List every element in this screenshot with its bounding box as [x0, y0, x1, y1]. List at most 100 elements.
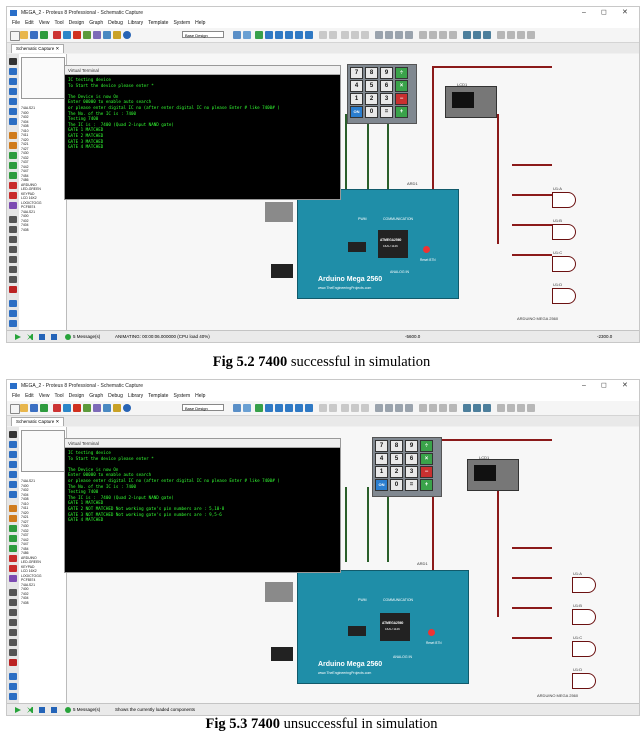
virtual-terminal-window[interactable]: Virtual Terminal IC testing device To Sta… — [64, 65, 341, 200]
menu-graph[interactable]: Graph — [89, 19, 103, 28]
arc-icon[interactable] — [9, 619, 17, 626]
rotate-cw-icon[interactable] — [9, 300, 17, 307]
text-icon[interactable] — [9, 639, 17, 646]
zoom-area-icon[interactable] — [305, 404, 313, 412]
keypad-key[interactable]: = — [380, 106, 393, 118]
notes-icon[interactable] — [113, 404, 121, 412]
menu-tool[interactable]: Tool — [54, 392, 63, 401]
line-icon[interactable] — [9, 589, 17, 596]
menu-design[interactable]: Design — [69, 392, 85, 401]
menu-graph[interactable]: Graph — [89, 392, 103, 401]
undo-icon[interactable] — [319, 31, 327, 39]
device-item[interactable]: 7408 — [21, 228, 63, 233]
block-copy-icon[interactable] — [375, 404, 383, 412]
keypad-key[interactable]: 4 — [350, 80, 363, 92]
cut-icon[interactable] — [341, 404, 349, 412]
keypad-key[interactable]: 1 — [350, 93, 363, 105]
new-sheet-icon[interactable] — [497, 404, 505, 412]
menu-template[interactable]: Template — [148, 392, 168, 401]
cut-icon[interactable] — [341, 31, 349, 39]
mirror-icon[interactable] — [9, 320, 17, 327]
keypad-key[interactable]: 0 — [365, 106, 378, 118]
decompose-icon[interactable] — [449, 404, 457, 412]
zoom-out-icon[interactable] — [285, 404, 293, 412]
gerber-icon[interactable] — [83, 404, 91, 412]
pan-icon[interactable] — [265, 404, 273, 412]
tab-schematic-capture[interactable]: Schematic Capture ✕ — [11, 417, 65, 426]
rotate-ccw-icon[interactable] — [9, 310, 17, 317]
redo-icon[interactable] — [329, 31, 337, 39]
menu-view[interactable]: View — [39, 19, 50, 28]
close-button[interactable]: ✕ — [622, 7, 628, 19]
save-icon[interactable] — [30, 404, 38, 412]
3d-icon[interactable] — [93, 31, 101, 39]
terminals-icon[interactable] — [9, 132, 17, 139]
3d-icon[interactable] — [93, 404, 101, 412]
property-tool-icon[interactable] — [483, 31, 491, 39]
buses-icon[interactable] — [9, 108, 17, 115]
new-file-icon[interactable] — [10, 31, 20, 41]
menu-file[interactable]: File — [12, 392, 20, 401]
selection-mode-icon[interactable] — [9, 58, 17, 65]
keypad-key[interactable]: − — [420, 466, 433, 478]
menu-edit[interactable]: Edit — [25, 19, 34, 28]
keypad-key[interactable]: ON — [375, 479, 388, 491]
keypad-key[interactable]: 1 — [375, 466, 388, 478]
device-item[interactable]: 7408 — [21, 601, 63, 606]
design-select[interactable]: Base Design — [182, 404, 224, 411]
pan-icon[interactable] — [265, 31, 273, 39]
new-sheet-icon[interactable] — [497, 31, 505, 39]
tape-recorder-icon[interactable] — [9, 162, 17, 169]
notes-icon[interactable] — [113, 31, 121, 39]
package-tool-icon[interactable] — [439, 31, 447, 39]
rotate-ccw-icon[interactable] — [9, 683, 17, 690]
keypad-key[interactable]: 8 — [365, 67, 378, 79]
virtual-instruments-icon[interactable] — [9, 575, 17, 582]
origin-icon[interactable] — [255, 404, 263, 412]
line-icon[interactable] — [9, 216, 17, 223]
keypad-key[interactable]: 7 — [350, 67, 363, 79]
text-icon[interactable] — [9, 266, 17, 273]
minimize-button[interactable]: – — [582, 7, 586, 19]
menu-library[interactable]: Library — [128, 19, 143, 28]
menu-help[interactable]: Help — [195, 19, 205, 28]
block-rotate-icon[interactable] — [395, 404, 403, 412]
current-probe-icon[interactable] — [9, 192, 17, 199]
keypad-key[interactable]: × — [395, 80, 408, 92]
exit-parent-icon[interactable] — [517, 31, 525, 39]
bom-icon[interactable] — [103, 31, 111, 39]
refresh-icon[interactable] — [233, 31, 241, 39]
mirror-icon[interactable] — [9, 693, 17, 700]
arc-icon[interactable] — [9, 246, 17, 253]
keypad-key[interactable]: 3 — [380, 93, 393, 105]
box-icon[interactable] — [9, 226, 17, 233]
step-icon[interactable] — [27, 334, 33, 340]
block-delete-icon[interactable] — [405, 404, 413, 412]
keypad-key[interactable]: − — [395, 93, 408, 105]
stop-icon[interactable] — [51, 334, 57, 340]
menu-design[interactable]: Design — [69, 19, 85, 28]
play-icon[interactable] — [15, 334, 21, 340]
device-pins-icon[interactable] — [9, 515, 17, 522]
keypad-key[interactable]: 5 — [365, 80, 378, 92]
menu-debug[interactable]: Debug — [108, 392, 123, 401]
copy-icon[interactable] — [351, 31, 359, 39]
circle-icon[interactable] — [9, 236, 17, 243]
maximize-button[interactable]: ◻ — [601, 7, 607, 19]
wire-autorouter-icon[interactable] — [463, 404, 471, 412]
keypad-key[interactable]: 7 — [375, 440, 388, 452]
tab-schematic-capture[interactable]: Schematic Capture ✕ — [11, 44, 65, 53]
component-mode-icon[interactable] — [40, 31, 48, 39]
marker-icon[interactable] — [9, 286, 17, 293]
device-pins-icon[interactable] — [9, 142, 17, 149]
zoom-in-icon[interactable] — [275, 404, 283, 412]
make-device-icon[interactable] — [429, 31, 437, 39]
paste-icon[interactable] — [361, 31, 369, 39]
stop-icon[interactable] — [51, 707, 57, 713]
paste-icon[interactable] — [361, 404, 369, 412]
keypad-key[interactable]: 5 — [390, 453, 403, 465]
play-icon[interactable] — [15, 707, 21, 713]
netlist-icon[interactable] — [527, 404, 535, 412]
origin-icon[interactable] — [255, 31, 263, 39]
make-device-icon[interactable] — [429, 404, 437, 412]
